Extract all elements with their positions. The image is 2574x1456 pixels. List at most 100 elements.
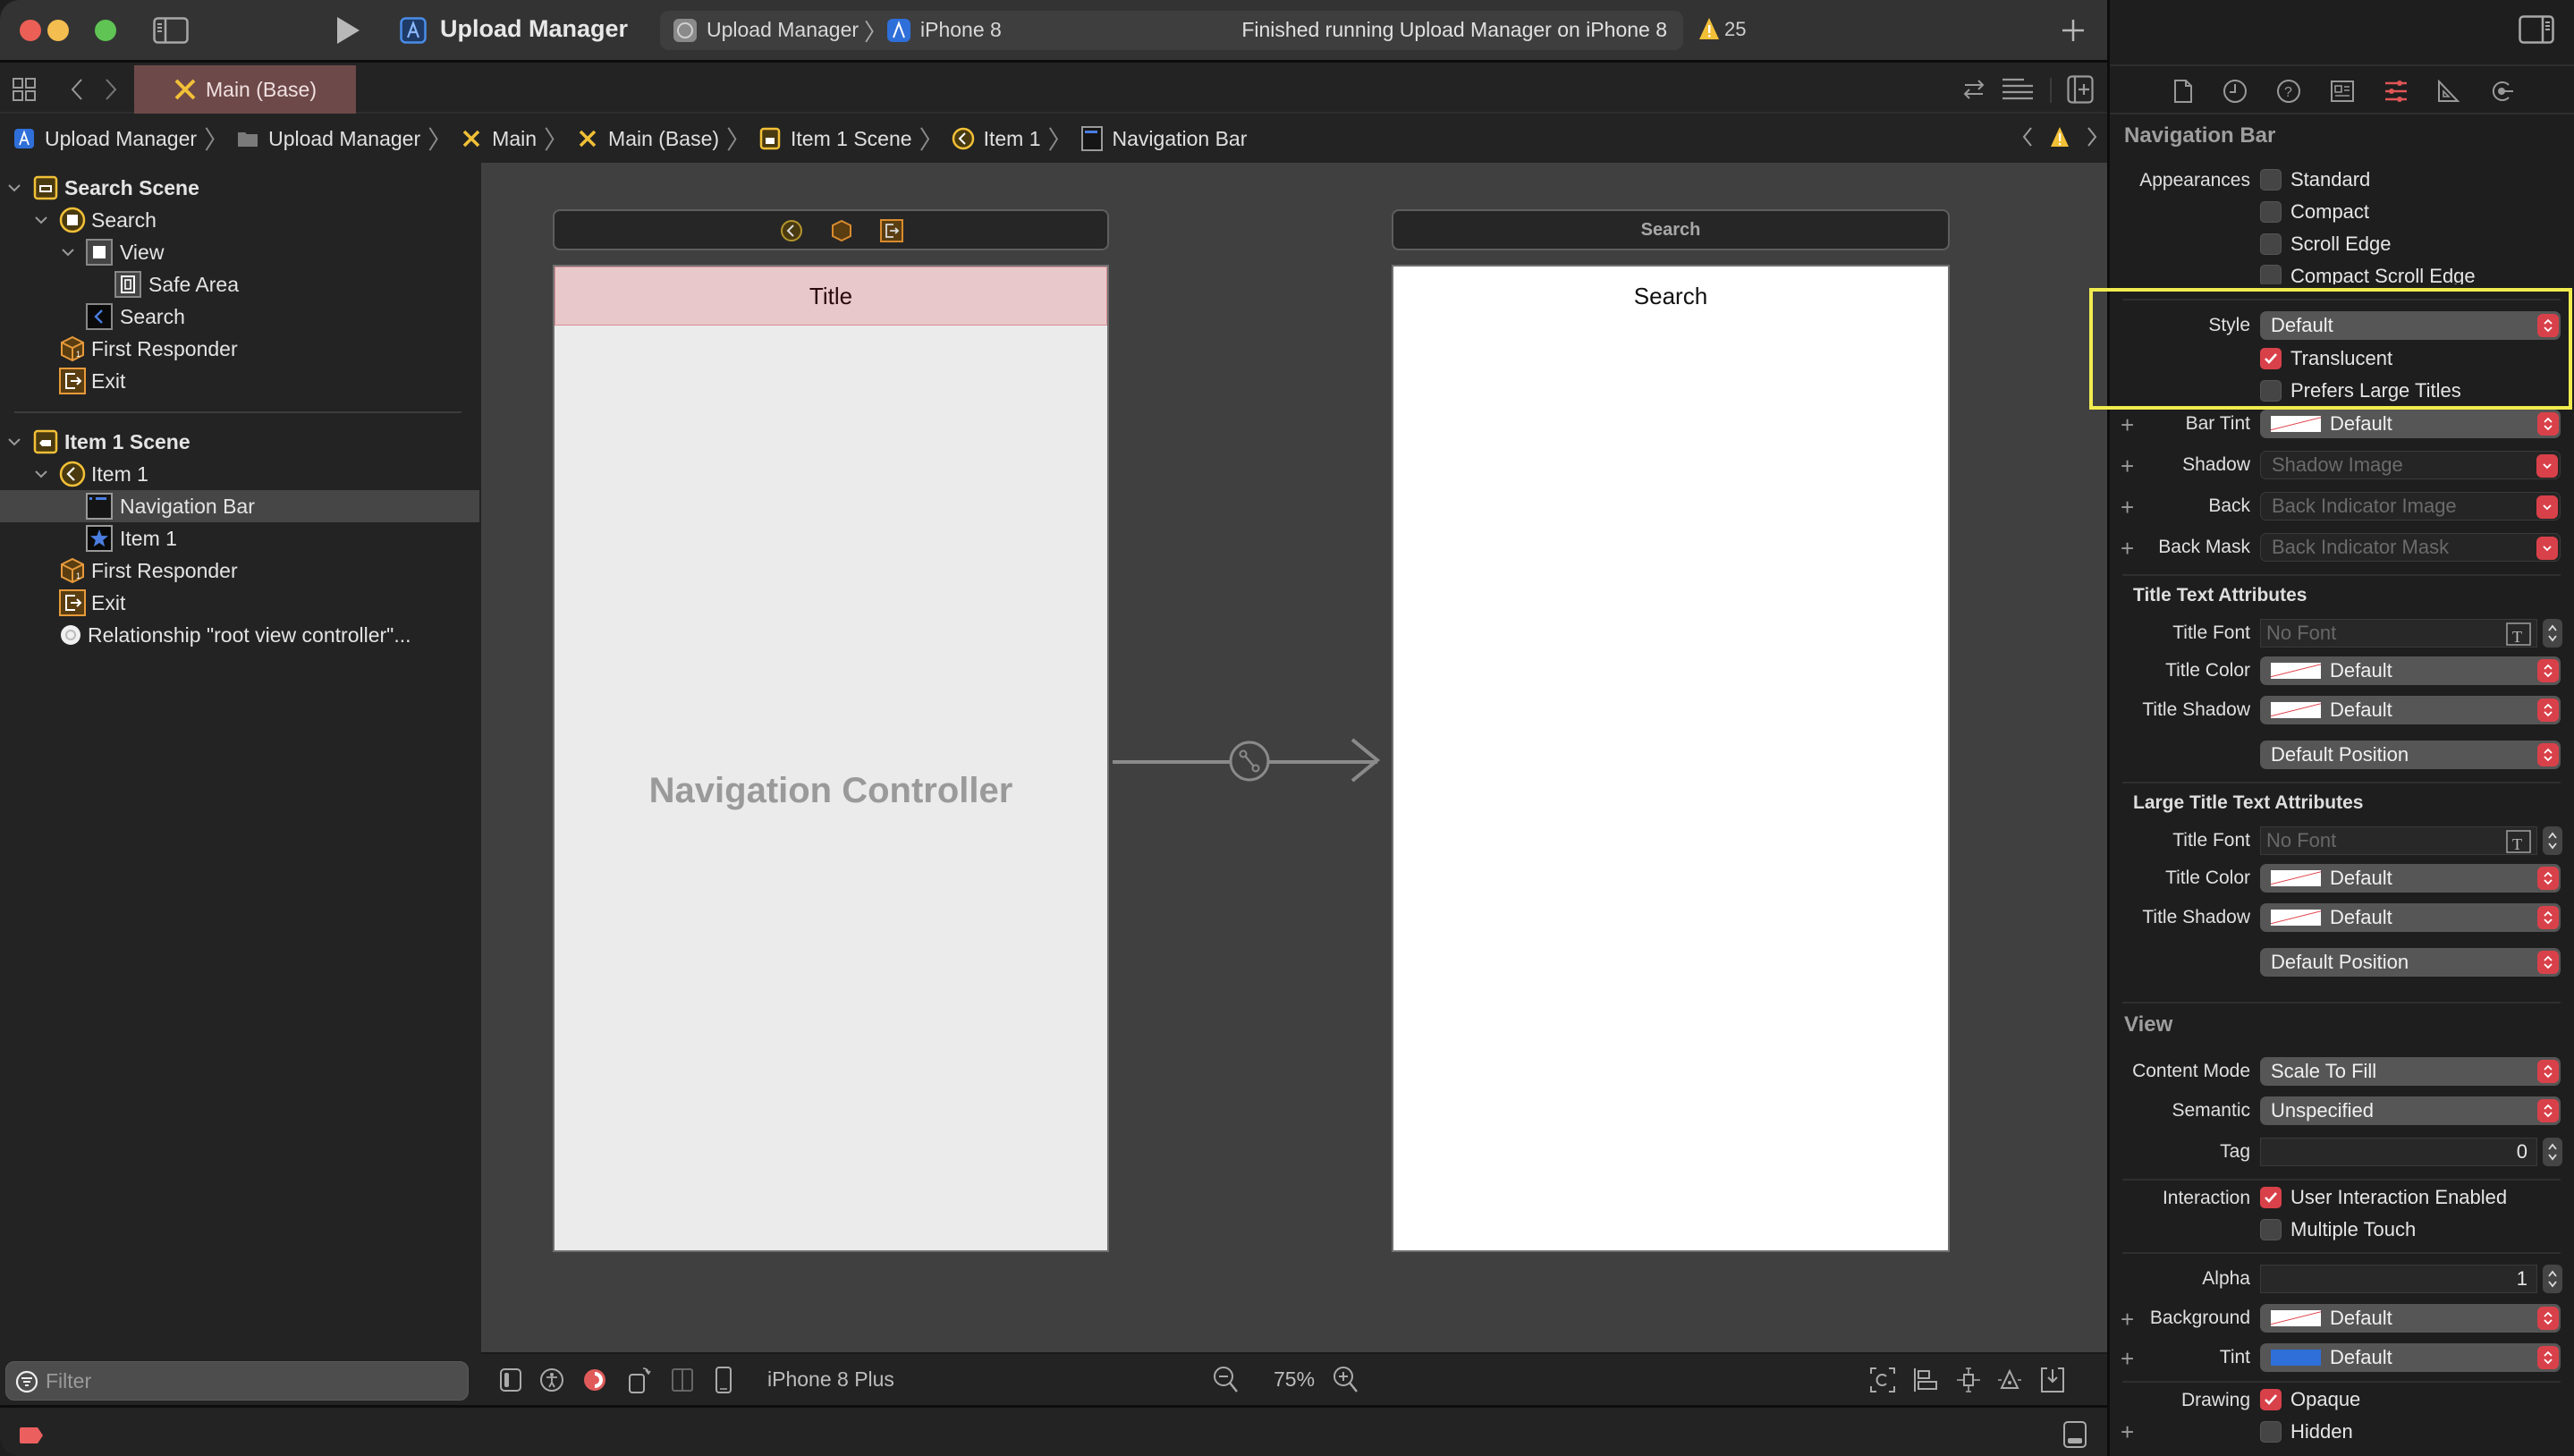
- selected-navigation-bar[interactable]: Title: [555, 267, 1107, 326]
- chevron-down-icon[interactable]: [2536, 495, 2558, 519]
- run-icon[interactable]: [333, 14, 363, 47]
- breadcrumb-item[interactable]: Item 1: [952, 126, 1041, 151]
- appearance-icon[interactable]: [581, 1367, 608, 1393]
- warning-icon[interactable]: [2050, 126, 2070, 153]
- segue-icon[interactable]: [1229, 741, 1270, 782]
- connections-inspector-icon[interactable]: [2487, 77, 2516, 106]
- outline-item[interactable]: Safe Area: [0, 268, 479, 301]
- outline-filter-field[interactable]: [5, 1361, 469, 1401]
- tag-field[interactable]: 0: [2260, 1138, 2537, 1166]
- checkbox[interactable]: [2260, 1219, 2282, 1240]
- document-outline-toggle-icon[interactable]: [497, 1367, 524, 1393]
- plus-icon[interactable]: +: [2121, 413, 2134, 436]
- plus-icon[interactable]: +: [2121, 1347, 2134, 1370]
- breadcrumb-item[interactable]: Upload Manager: [236, 126, 420, 151]
- checkbox[interactable]: [2260, 233, 2282, 255]
- outline-item[interactable]: Exit: [0, 365, 479, 397]
- plus-icon[interactable]: +: [2121, 495, 2134, 519]
- large-title-shadow-position-popup[interactable]: Default Position: [2260, 948, 2561, 977]
- update-frames-icon[interactable]: [1869, 1367, 1896, 1393]
- breadcrumb-item[interactable]: Main (Base): [576, 126, 719, 151]
- appearance-standard-checkbox[interactable]: Standard: [2260, 168, 2370, 191]
- filter-input[interactable]: [46, 1362, 457, 1400]
- checkbox[interactable]: [2260, 169, 2282, 190]
- multiple-touch-checkbox[interactable]: Multiple Touch: [2260, 1218, 2416, 1241]
- large-title-font-stepper[interactable]: [2543, 826, 2562, 855]
- add-editor-pane-icon[interactable]: [2066, 74, 2095, 105]
- large-title-font-field[interactable]: No Font T: [2260, 826, 2537, 855]
- outline-item[interactable]: 1 First Responder: [0, 333, 479, 365]
- back-indicator-mask-combo[interactable]: Back Indicator Mask: [2260, 533, 2561, 562]
- checkbox[interactable]: [2260, 265, 2282, 284]
- outline-item-search-scene[interactable]: Search Scene: [0, 172, 479, 204]
- title-font-field[interactable]: No Font T: [2260, 619, 2537, 648]
- breadcrumb-item[interactable]: Upload Manager: [13, 126, 197, 151]
- editor-options-icon[interactable]: [2000, 76, 2036, 103]
- quick-help-icon[interactable]: ?: [2274, 77, 2303, 106]
- align-icon[interactable]: [1912, 1367, 1939, 1393]
- checkbox[interactable]: [2260, 1421, 2282, 1443]
- exit-icon[interactable]: [880, 219, 903, 242]
- font-picker-icon[interactable]: T: [2506, 830, 2531, 853]
- outline-item[interactable]: Relationship "root view controller"...: [0, 619, 479, 651]
- navigation-controller-scene[interactable]: Title Navigation Controller: [553, 265, 1109, 1252]
- plus-icon[interactable]: +: [2121, 1420, 2134, 1443]
- large-title-shadow-popup[interactable]: Default: [2260, 903, 2561, 932]
- opaque-checkbox[interactable]: Opaque: [2260, 1388, 2360, 1411]
- debug-area-toggle-icon[interactable]: [2062, 1420, 2087, 1449]
- plus-icon[interactable]: +: [2121, 454, 2134, 478]
- tint-popup[interactable]: Default: [2260, 1343, 2561, 1372]
- checkbox-checked[interactable]: [2260, 1389, 2282, 1410]
- attributes-inspector-icon[interactable]: [2382, 77, 2410, 106]
- next-issue-icon[interactable]: [2086, 125, 2098, 154]
- outline-item[interactable]: Item 1: [0, 458, 479, 490]
- tab-main-base[interactable]: Main (Base): [134, 65, 356, 114]
- plus-icon[interactable]: +: [2121, 537, 2134, 560]
- resolve-issues-icon[interactable]: [1996, 1367, 2023, 1393]
- minimize-window-button[interactable]: [47, 20, 69, 41]
- close-window-button[interactable]: [20, 20, 41, 41]
- outline-item[interactable]: Exit: [0, 587, 479, 619]
- navigate-forward-icon[interactable]: [100, 76, 122, 103]
- title-color-popup[interactable]: Default: [2260, 656, 2561, 685]
- checkbox-checked[interactable]: [2260, 1187, 2282, 1208]
- search-view-controller-scene[interactable]: Search: [1392, 265, 1950, 1252]
- plus-icon[interactable]: +: [2121, 1308, 2134, 1331]
- semantic-popup[interactable]: Unspecified: [2260, 1096, 2561, 1125]
- outline-item[interactable]: Search: [0, 301, 479, 333]
- appearance-compact-checkbox[interactable]: Compact: [2260, 200, 2369, 224]
- appearance-compact-scroll-edge-checkbox[interactable]: Compact Scroll Edge: [2260, 265, 2476, 284]
- embed-in-icon[interactable]: [2039, 1367, 2066, 1393]
- warning-icon[interactable]: [1698, 16, 1721, 41]
- add-constraints-icon[interactable]: [1955, 1367, 1982, 1393]
- outline-item[interactable]: Item 1: [0, 522, 479, 554]
- breadcrumb-item[interactable]: Main: [460, 126, 537, 151]
- plus-icon[interactable]: [2055, 13, 2091, 48]
- warning-count[interactable]: 25: [1724, 18, 1746, 41]
- zoom-window-button[interactable]: [95, 20, 116, 41]
- bar-tint-popup[interactable]: Default: [2260, 410, 2561, 438]
- large-title-color-popup[interactable]: Default: [2260, 864, 2561, 893]
- activity-device[interactable]: iPhone 8: [920, 18, 1002, 42]
- scene-dock-search[interactable]: Search: [1392, 209, 1950, 250]
- outline-item-item1-scene[interactable]: Item 1 Scene: [0, 426, 479, 458]
- navigation-controller-icon[interactable]: [780, 219, 803, 242]
- scene-dock-navigation-controller[interactable]: [553, 209, 1109, 250]
- back-indicator-image-combo[interactable]: Back Indicator Image: [2260, 492, 2561, 521]
- inspector-toggle-icon[interactable]: [2519, 14, 2554, 45]
- alpha-field[interactable]: 1: [2260, 1265, 2537, 1293]
- title-shadow-popup[interactable]: Default: [2260, 696, 2561, 724]
- orientation-icon[interactable]: [626, 1367, 653, 1393]
- history-inspector-icon[interactable]: [2221, 77, 2249, 106]
- content-mode-popup[interactable]: Scale To Fill: [2260, 1057, 2561, 1086]
- accessibility-icon[interactable]: [538, 1367, 565, 1393]
- device-selector[interactable]: iPhone 8 Plus: [767, 1367, 894, 1392]
- shadow-image-combo[interactable]: Shadow Image: [2260, 451, 2561, 479]
- related-items-icon[interactable]: [11, 76, 38, 103]
- breakpoint-icon[interactable]: [18, 1426, 45, 1445]
- chevron-down-icon[interactable]: [2536, 537, 2558, 560]
- title-shadow-position-popup[interactable]: Default Position: [2260, 741, 2561, 769]
- zoom-out-icon[interactable]: [1213, 1367, 1240, 1393]
- previous-issue-icon[interactable]: [2021, 125, 2034, 154]
- alpha-stepper[interactable]: [2543, 1265, 2562, 1293]
